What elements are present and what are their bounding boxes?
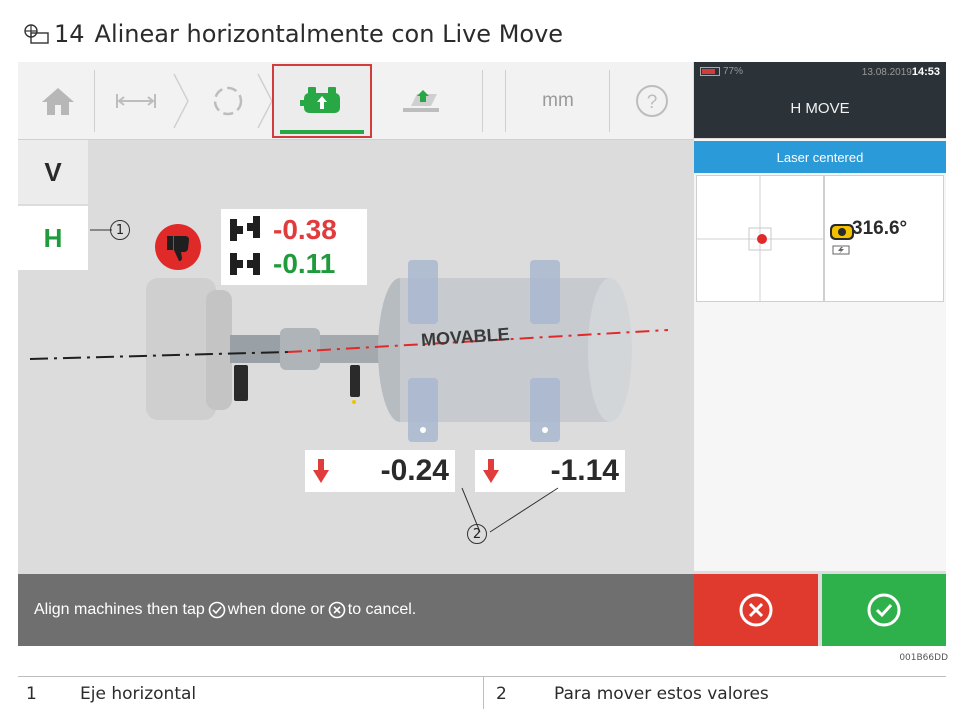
document-title: 14 Alinear horizontalmente con Live Move — [24, 16, 563, 52]
device-screen: mm ? 77% 13.08.201914:53 H MOVE Laser ce… — [18, 62, 946, 646]
offset-icon — [230, 216, 260, 241]
dimensions-button[interactable] — [106, 62, 166, 140]
time-label: 14:53 — [911, 66, 940, 78]
laser-target — [696, 175, 824, 302]
callout-2: 2 — [467, 524, 487, 544]
status-bar: 77% 13.08.201914:53 H MOVE — [694, 62, 946, 138]
results-button[interactable] — [386, 62, 456, 140]
confirm-button[interactable] — [822, 574, 946, 646]
move-icon — [300, 87, 340, 113]
figure-title: Alinear horizontalmente con Live Move — [94, 20, 564, 48]
dimensions-icon — [116, 94, 156, 108]
close-icon — [739, 593, 773, 627]
check-icon — [867, 593, 901, 627]
help-icon: ? — [636, 85, 668, 117]
instruction-text-end: to cancel. — [347, 601, 417, 618]
legend-table: 1 Eje horizontal 2 Para mover estos valo… — [18, 676, 946, 709]
instruction-text-start: Align machines then tap — [34, 601, 205, 618]
mode-title: H MOVE — [790, 100, 850, 117]
sensor-angle-panel: 316.6° — [824, 175, 944, 302]
image-code: 001B66DD — [899, 653, 948, 663]
machine-train-diagram — [29, 260, 669, 442]
unit-label: mm — [542, 90, 574, 111]
home-icon — [42, 88, 74, 115]
coupling-results: -0.38 -0.11 — [221, 209, 367, 285]
target-crosshair-icon — [697, 176, 823, 301]
check-circle-icon — [208, 601, 226, 619]
instruction-text-middle: when done or — [227, 601, 325, 618]
gap-icon — [230, 253, 260, 275]
arrow-down-icon — [313, 459, 329, 483]
legend-text-2: Para mover estos valores — [554, 684, 769, 704]
legend-text-1: Eje horizontal — [80, 684, 197, 704]
measure-button[interactable] — [200, 62, 256, 140]
measure-icon — [213, 86, 243, 116]
help-button[interactable]: ? — [622, 62, 682, 140]
figure-icon — [24, 24, 49, 44]
coupling-gap-value: -0.11 — [273, 248, 336, 279]
figure-number: 14 — [54, 20, 85, 48]
home-button[interactable] — [30, 62, 86, 140]
legend-number-1: 1 — [26, 684, 37, 704]
battery-icon — [700, 67, 720, 76]
laser-status-banner: Laser centered — [694, 141, 946, 173]
top-toolbar: mm ? — [18, 62, 693, 140]
right-panel: Laser centered 316.6° — [694, 139, 946, 571]
active-tab-indicator — [280, 130, 364, 134]
thumbs-down-icon — [155, 224, 201, 270]
sensor-angle: 316.6° — [852, 218, 908, 239]
svg-text:?: ? — [647, 92, 658, 113]
cancel-circle-icon — [328, 601, 346, 619]
cancel-button[interactable] — [694, 574, 818, 646]
results-icon — [403, 90, 439, 112]
coupling-offset-value: -0.38 — [273, 214, 337, 245]
breadcrumb-chevron-icon — [173, 73, 189, 129]
legend-divider — [483, 677, 484, 709]
move-button[interactable] — [274, 62, 370, 140]
battery-level: 77% — [723, 66, 744, 77]
legend-number-2: 2 — [496, 684, 507, 704]
instruction-bar: Align machines then tap when done or to … — [18, 574, 694, 646]
callout-leader-lines — [461, 487, 559, 533]
arrow-down-icon — [483, 459, 499, 483]
date-label: 13.08.2019 — [861, 67, 912, 78]
callout-1: 1 — [110, 220, 130, 240]
datetime: 13.08.201914:53 — [862, 66, 940, 78]
battery-indicator: 77% — [700, 66, 743, 77]
unit-button[interactable]: mm — [518, 62, 598, 140]
